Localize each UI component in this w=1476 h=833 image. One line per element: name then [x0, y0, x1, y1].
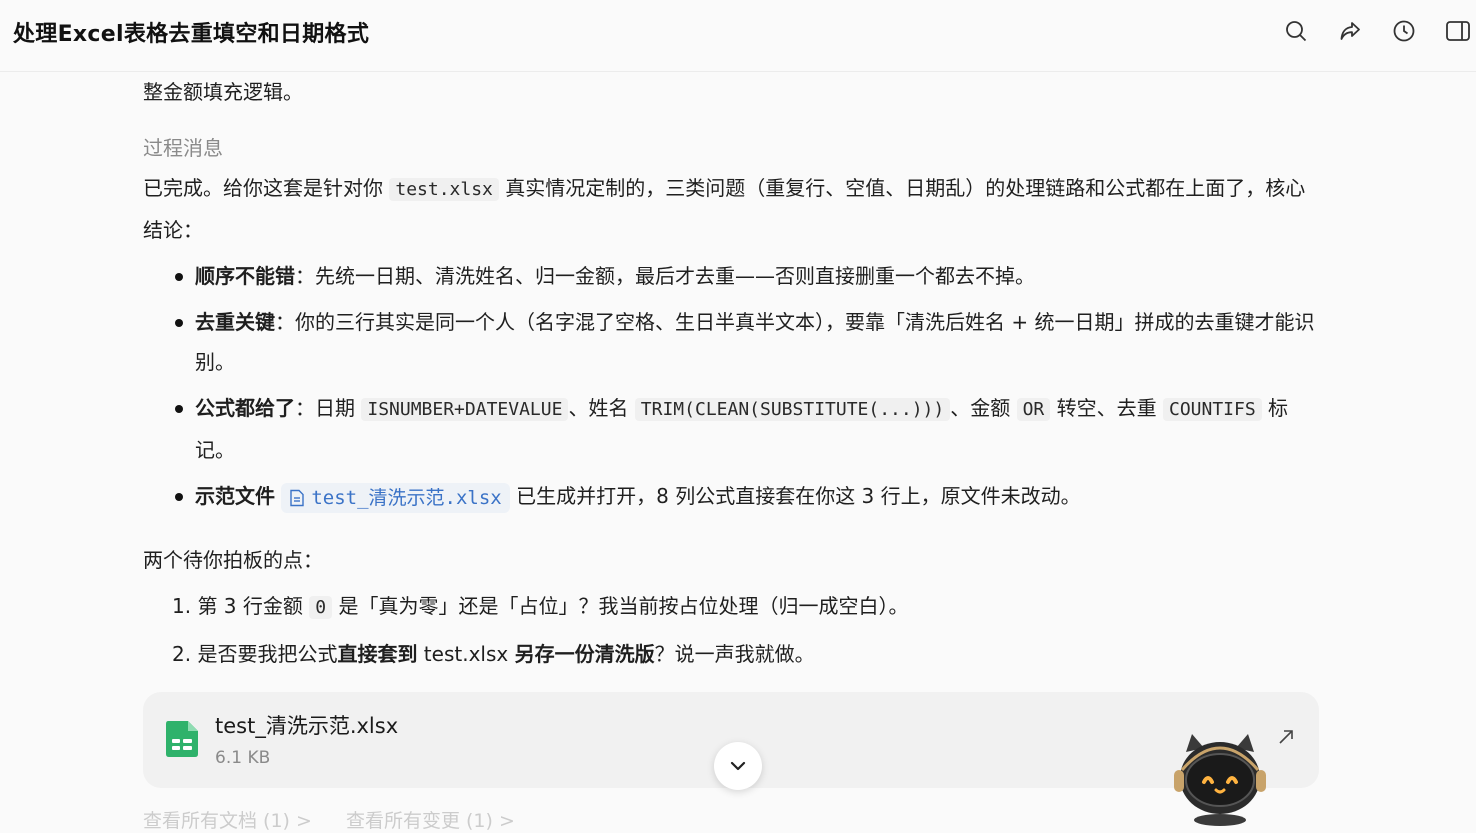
history-icon[interactable] — [1390, 17, 1418, 45]
list-item: 示范文件 test_清洗示范.xlsx 已生成并打开，8 列公式直接套在你这 3… — [175, 476, 1323, 516]
conclusion-list: 顺序不能错：先统一日期、清洗姓名、归一金额，最后才去重——否则直接删重一个都去不… — [175, 256, 1323, 516]
formula-code: COUNTIFS — [1163, 398, 1262, 421]
list-item: 1. 第 3 行金额 0 是「真为零」还是「占位」？我当前按占位处理（归一成空白… — [172, 586, 1323, 628]
bullet-text: ：日期 — [295, 396, 362, 420]
spreadsheet-icon — [165, 720, 199, 762]
file-doc-icon — [290, 489, 305, 506]
chevron-down-icon — [730, 761, 746, 771]
list-item: 顺序不能错：先统一日期、清洗姓名、归一金额，最后才去重——否则直接删重一个都去不… — [175, 256, 1323, 296]
summary-paragraph: 已完成。给你这套是针对你 test.xlsx 真实情况定制的，三类问题（重复行、… — [143, 168, 1323, 250]
sidebar-icon[interactable] — [1444, 17, 1472, 45]
page-title: 处理Excel表格去重填空和日期格式 — [13, 22, 370, 47]
pending-title: 两个待你拍板的点： — [143, 548, 323, 572]
item-text: 2. 是否要我把公式 — [172, 642, 338, 666]
file-link-name: test_清洗示范.xlsx — [311, 486, 502, 509]
top-bar: 处理Excel表格去重填空和日期格式 — [0, 0, 1476, 72]
bullet-text: 已生成并打开，8 列公式直接套在你这 3 行上，原文件未改动。 — [509, 484, 1081, 508]
bullet-text: 、姓名 — [568, 396, 635, 420]
formula-code: ISNUMBER+DATEVALUE — [361, 398, 569, 421]
assistant-mascot-icon[interactable] — [1168, 730, 1272, 830]
summary-code: test.xlsx — [389, 178, 499, 201]
search-icon[interactable] — [1282, 17, 1310, 45]
list-item: 去重关键：你的三行其实是同一个人（名字混了空格、生日半真半文本），要靠「清洗后姓… — [175, 302, 1323, 382]
item-text: 1. 第 3 行金额 — [172, 594, 310, 618]
bullet-text: ：先统一日期、清洗姓名、归一金额，最后才去重——否则直接删重一个都去不掉。 — [295, 264, 1035, 288]
item-text: ？说一声我就做。 — [654, 642, 815, 666]
list-item: 公式都给了：日期 ISNUMBER+DATEVALUE 、姓名 TRIM(CLEA… — [175, 388, 1323, 470]
bullet-bold: 顺序不能错 — [195, 264, 295, 288]
item-code: 0 — [309, 596, 333, 619]
pending-list: 1. 第 3 行金额 0 是「真为零」还是「占位」？我当前按占位处理（归一成空白… — [172, 586, 1323, 674]
formula-code: OR — [1016, 398, 1051, 421]
summary-text-a: 已完成。给你这套是针对你 — [143, 176, 390, 200]
view-all-docs-link[interactable]: 查看所有文档 (1) > — [143, 810, 312, 832]
file-link-chip[interactable]: test_清洗示范.xlsx — [281, 482, 510, 513]
message-content: 整金额填充逻辑。 过程消息 已完成。给你这套是针对你 test.xlsx 真实情… — [143, 72, 1323, 674]
view-all-changes-link[interactable]: 查看所有变更 (1) > — [346, 810, 515, 832]
intro-text: 整金额填充逻辑。 — [143, 80, 303, 104]
open-external-icon[interactable] — [1277, 728, 1295, 750]
share-icon[interactable] — [1336, 17, 1364, 45]
process-label[interactable]: 过程消息 — [143, 128, 1323, 168]
item-text: 是「真为零」还是「占位」？我当前按占位处理（归一成空白）。 — [332, 594, 909, 618]
footer-links: 查看所有文档 (1) > 查看所有变更 (1) > — [143, 806, 543, 833]
list-item: 2. 是否要我把公式直接套到 test.xlsx 另存一份清洗版？说一声我就做。 — [172, 634, 1323, 674]
item-bold: 另存一份清洗版 — [514, 642, 655, 666]
item-bold: 直接套到 — [337, 642, 418, 666]
bullet-bold: 去重关键 — [195, 310, 275, 334]
scroll-down-button[interactable] — [714, 742, 762, 790]
attachment-size: 6.1 KB — [215, 748, 271, 768]
bullet-text: ：你的三行其实是同一个人（名字混了空格、生日半真半文本），要靠「清洗后姓名 + … — [195, 310, 1315, 374]
bullet-bold: 公式都给了 — [195, 396, 295, 420]
bullet-text: 转空、去重 — [1050, 396, 1163, 420]
formula-code: TRIM(CLEAN(SUBSTITUTE(...))) — [634, 398, 951, 421]
bullet-text: 、金额 — [950, 396, 1017, 420]
attachment-name: test_清洗示范.xlsx — [215, 714, 399, 738]
item-text: test.xlsx — [417, 642, 515, 666]
bullet-bold: 示范文件 — [195, 484, 275, 508]
